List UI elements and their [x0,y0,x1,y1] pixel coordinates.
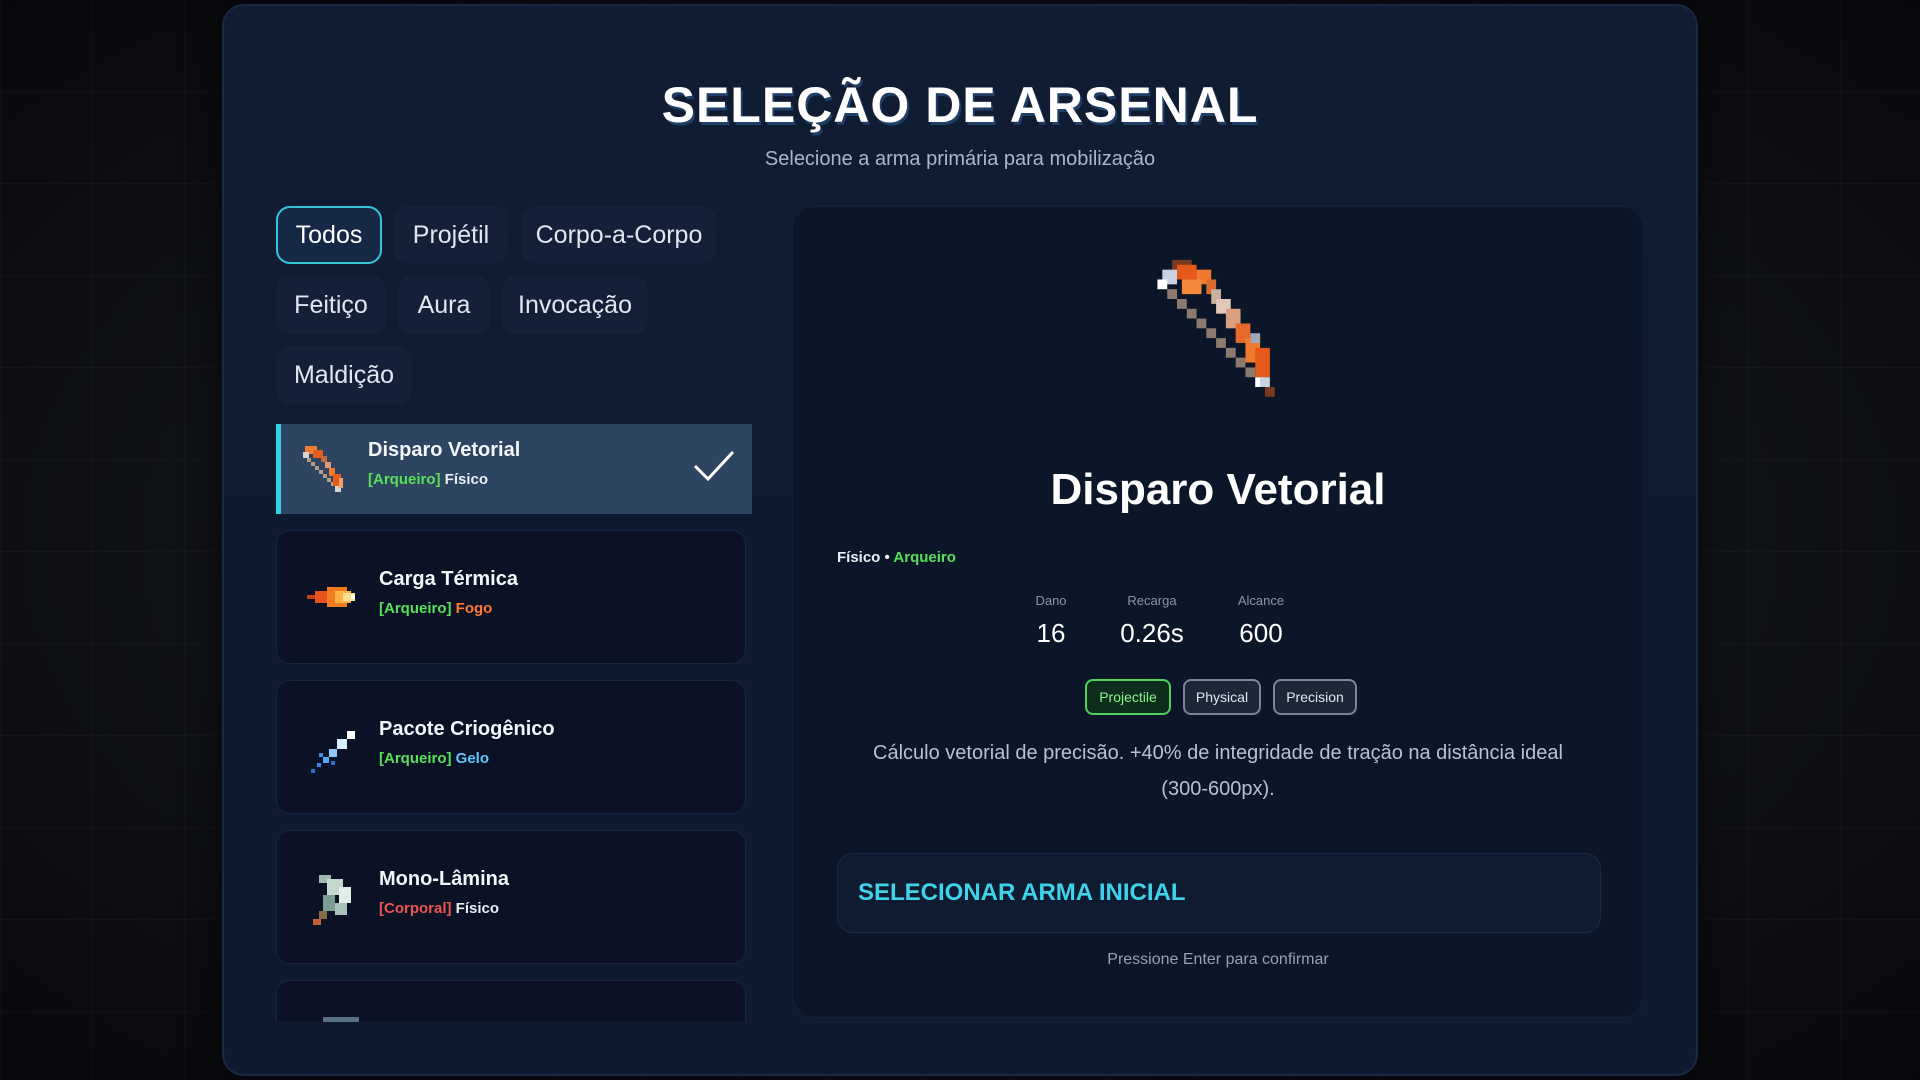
weapon-name: Disparo Vetorial [368,439,521,461]
weapon-class: [Arqueiro] [368,471,441,488]
weapon-meta: [Arqueiro] Fogo [379,600,492,617]
weapon-meta: [Corporal] Físico [379,900,499,917]
filter-feitico[interactable]: Feitiço [276,276,386,334]
badge-projectile: Projectile [1085,679,1171,715]
page-subtitle: Selecione a arma primária para mobilizaç… [764,148,1156,170]
filter-todos[interactable]: Todos [276,206,382,264]
weapon-stats: Dano 16 Recarga 0.26s Alcance 600 [793,593,1643,663]
detail-element: Físico [837,549,881,566]
weapon-element: Fogo [455,600,493,617]
weapon-item-carga-termica[interactable]: Carga Térmica [Arqueiro] Fogo [276,530,746,664]
checkmark-icon [693,450,735,482]
ice-shard-icon [311,731,355,773]
filter-invocacao[interactable]: Invocação [502,276,648,334]
weapon-element: Gelo [455,750,490,767]
filter-maldicao[interactable]: Maldição [276,346,412,404]
weapon-item-mono-lamina[interactable]: Mono-Lâmina [Corporal] Físico [276,830,746,964]
weapon-name: Mono-Lâmina [379,868,509,890]
arsenal-panel: SELEÇÃO DE ARSENAL Selecione a arma prim… [222,4,1698,1076]
select-weapon-button[interactable]: SELECIONAR ARMA INICIAL [837,853,1601,933]
stat-cooldown: Recarga 0.26s [1097,593,1207,649]
weapon-item-pacote-criogenico[interactable]: Pacote Criogênico [Arqueiro] Gelo [276,680,746,814]
weapon-detail-panel: Disparo Vetorial Físico • Arqueiro Dano … [792,206,1644,1018]
stat-value: 600 [1239,618,1283,648]
weapon-name: Carga Térmica [379,568,518,590]
weapon-class: [Corporal] [379,900,452,917]
weapon-list: Disparo Vetorial [Arqueiro] Físico Carga… [276,424,760,1022]
badge-precision: Precision [1273,679,1357,715]
badge-physical: Physical [1183,679,1261,715]
weapon-class: [Arqueiro] [379,750,452,767]
partial-item-icon [323,1017,359,1022]
filter-projetil[interactable]: Projétil [394,206,508,264]
weapon-item-partial[interactable] [276,980,746,1022]
weapon-element: Físico [444,471,489,488]
stat-label: Dano [1035,593,1067,608]
stat-value: 0.26s [1120,618,1184,648]
weapon-name: Pacote Criogênico [379,718,555,740]
stat-label: Recarga [1127,593,1177,608]
bow-icon [303,446,343,492]
stat-value: 16 [1036,618,1066,648]
blade-icon [313,875,351,925]
detail-weapon-name: Disparo Vetorial [1050,465,1386,514]
weapon-badges: Projectile Physical Precision [793,679,1643,715]
stat-damage: Dano 16 [996,593,1106,649]
detail-class: Arqueiro [893,549,956,566]
weapon-item-disparo-vetorial[interactable]: Disparo Vetorial [Arqueiro] Físico [276,424,752,514]
detail-tags: Físico • Arqueiro [837,549,956,566]
fireball-icon [307,587,355,607]
stat-range: Alcance 600 [1206,593,1316,649]
weapon-element: Físico [455,900,500,917]
filter-corpo-a-corpo[interactable]: Corpo-a-Corpo [522,206,716,264]
weapon-description: Cálculo vetorial de precisão. +40% de in… [873,742,1563,800]
stat-label: Alcance [1237,593,1285,608]
confirm-hint: Pressione Enter para confirmar [1107,951,1329,968]
weapon-meta: [Arqueiro] Gelo [379,750,489,767]
weapon-class: [Arqueiro] [379,600,452,617]
weapon-meta: [Arqueiro] Físico [368,471,488,488]
detail-tag-separator: • [884,549,890,566]
bow-icon [1157,259,1275,397]
page-title: SELEÇÃO DE ARSENAL [661,77,1259,133]
filter-aura[interactable]: Aura [398,276,490,334]
